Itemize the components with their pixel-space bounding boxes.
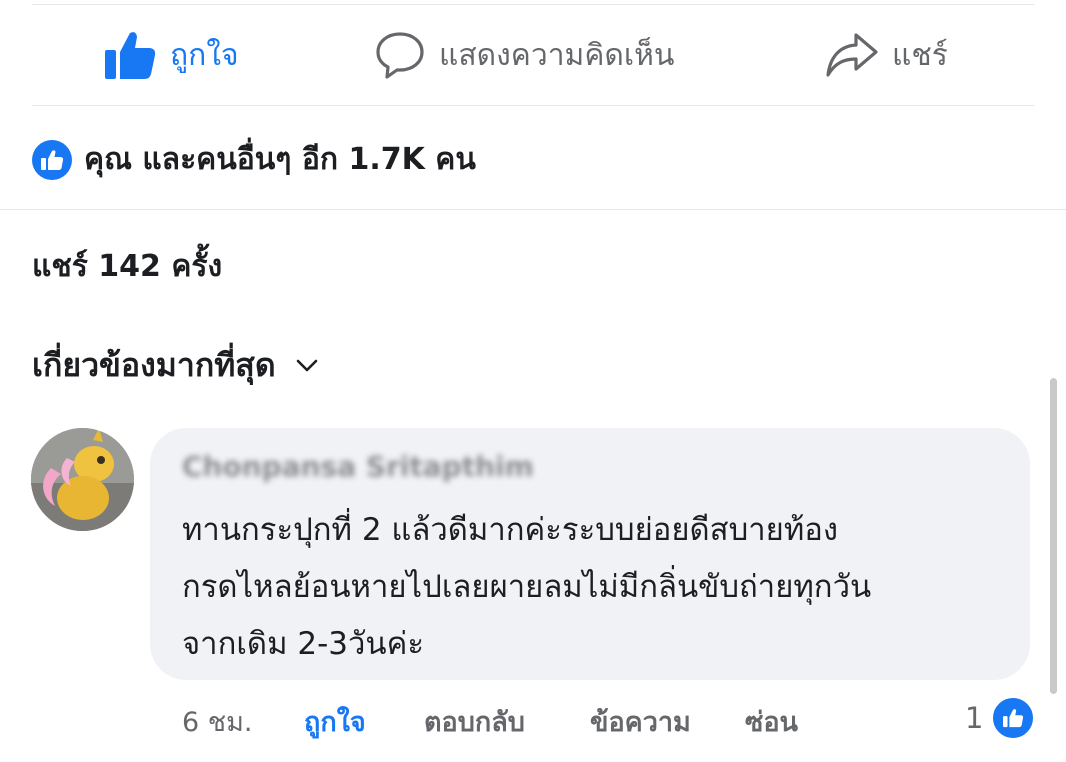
comment-reply-button[interactable]: ตอบกลับ xyxy=(424,700,525,743)
comment-line: จากเดิม 2-3วันค่ะ xyxy=(182,626,424,662)
like-reaction-icon xyxy=(991,696,1036,740)
comment-hide-button[interactable]: ซ่อน xyxy=(745,700,798,743)
comment-button-label: แสดงความคิดเห็น xyxy=(439,37,675,73)
actions-divider xyxy=(32,105,1034,106)
comment-reaction-number: 1 xyxy=(965,701,984,735)
reactions-divider xyxy=(0,209,1066,210)
share-button[interactable]: แชร์ xyxy=(826,28,948,82)
post-action-bar: ถูกใจ แสดงความคิดเห็น แชร์ xyxy=(32,10,1034,100)
thumbs-up-icon xyxy=(104,30,156,80)
scrollbar[interactable] xyxy=(1050,378,1057,694)
share-button-label: แชร์ xyxy=(892,37,948,73)
comment-button[interactable]: แสดงความคิดเห็น xyxy=(375,28,674,82)
comment-like-button[interactable]: ถูกใจ xyxy=(304,700,366,743)
comment-reaction-count[interactable]: 1 xyxy=(965,696,1036,740)
comment-line: ทานกระปุกที่ 2 แล้วดีมากค่ะระบบย่อยดีสบา… xyxy=(182,512,839,548)
like-button[interactable]: ถูกใจ xyxy=(104,28,239,82)
share-arrow-icon xyxy=(826,30,878,80)
comment-sort-label: เกี่ยวข้องมากที่สุด xyxy=(32,346,276,384)
chevron-down-icon xyxy=(296,359,318,373)
like-reaction-icon xyxy=(32,139,72,180)
comment-bubble: Chonpansa Sritapthim ทานกระปุกที่ 2 แล้ว… xyxy=(150,428,1030,680)
comment-timestamp[interactable]: 6 ชม. xyxy=(182,700,252,743)
top-divider xyxy=(32,4,1034,5)
reaction-summary[interactable]: คุณ และคนอื่นๆ อีก 1.7K คน xyxy=(32,136,476,183)
like-button-label: ถูกใจ xyxy=(170,37,239,73)
avatar[interactable] xyxy=(31,428,134,531)
share-count[interactable]: แชร์ 142 ครั้ง xyxy=(32,243,222,290)
comment-message-button[interactable]: ข้อความ xyxy=(590,700,691,743)
comment-author-name[interactable]: Chonpansa Sritapthim xyxy=(182,450,534,483)
comment-line: กรดไหลย้อนหายไปเลยผายลมไม่มีกลิ่นขับถ่าย… xyxy=(182,569,872,605)
comment-bubble-icon xyxy=(375,30,425,80)
reaction-summary-text: คุณ และคนอื่นๆ อีก 1.7K คน xyxy=(84,142,476,177)
comment-sort-dropdown[interactable]: เกี่ยวข้องมากที่สุด xyxy=(32,340,318,391)
comment-text: ทานกระปุกที่ 2 แล้วดีมากค่ะระบบย่อยดีสบา… xyxy=(182,502,1012,673)
